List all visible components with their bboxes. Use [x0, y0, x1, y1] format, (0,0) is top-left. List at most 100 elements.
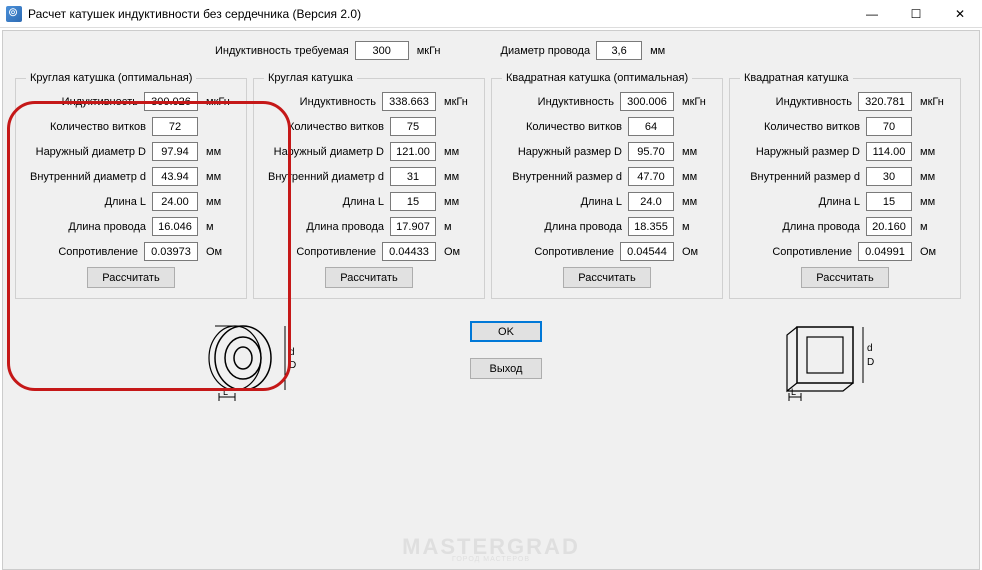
unit-label: мкГн: [920, 96, 950, 108]
inner-output[interactable]: [390, 167, 436, 186]
wire-label: Длина провода: [264, 221, 384, 233]
svg-text:L: L: [223, 387, 228, 397]
unit-label: м: [920, 221, 950, 233]
inner-label: Внутренний размер d: [502, 171, 622, 183]
round-coil-diagram: d D L: [205, 313, 305, 403]
inner-label: Внутренний диаметр d: [26, 171, 146, 183]
unit-label: мкГн: [682, 96, 712, 108]
resistance-label: Сопротивление: [502, 246, 614, 258]
wire-output[interactable]: [866, 217, 912, 236]
turns-label: Количество витков: [502, 121, 622, 133]
maximize-button[interactable]: ☐: [894, 0, 938, 27]
window-title: Расчет катушек индуктивности без сердечн…: [28, 7, 361, 21]
outer-label: Наружный размер D: [502, 146, 622, 158]
wire-output[interactable]: [152, 217, 198, 236]
inductance-label: Индуктивность: [26, 96, 138, 108]
wire-label: Длина провода: [26, 221, 146, 233]
unit-label: мм: [206, 196, 236, 208]
resistance-output[interactable]: [144, 242, 198, 261]
wire-label: Длина провода: [502, 221, 622, 233]
outer-output[interactable]: [866, 142, 912, 161]
close-button[interactable]: ✕: [938, 0, 982, 27]
length-output[interactable]: [390, 192, 436, 211]
unit-label: мм: [920, 171, 950, 183]
outer-output[interactable]: [390, 142, 436, 161]
unit-label: м: [444, 221, 474, 233]
resistance-output[interactable]: [858, 242, 912, 261]
top-inputs: Индуктивность требуемая мкГн Диаметр про…: [215, 41, 967, 60]
turns-label: Количество витков: [26, 121, 146, 133]
unit-label: Ом: [444, 246, 474, 258]
svg-text:D: D: [867, 357, 874, 368]
wire-label: Длина провода: [740, 221, 860, 233]
svg-text:d: d: [289, 347, 295, 358]
turns-output[interactable]: [390, 117, 436, 136]
unit-label: мм: [650, 45, 665, 57]
resistance-output[interactable]: [382, 242, 436, 261]
inductance-output[interactable]: [382, 92, 436, 111]
length-label: Длина L: [26, 196, 146, 208]
calculate-button[interactable]: Рассчитать: [801, 267, 888, 288]
inductance-output[interactable]: [858, 92, 912, 111]
ok-button[interactable]: OK: [470, 321, 542, 342]
svg-text:d: d: [867, 343, 873, 354]
required-inductance-input[interactable]: [355, 41, 409, 60]
required-inductance-label: Индуктивность требуемая: [215, 45, 349, 57]
resistance-label: Сопротивление: [264, 246, 376, 258]
length-label: Длина L: [502, 196, 622, 208]
unit-label: Ом: [682, 246, 712, 258]
turns-label: Количество витков: [264, 121, 384, 133]
coil-group: Круглая катушка ИндуктивностьмкГн Количе…: [253, 72, 485, 299]
unit-label: мм: [444, 146, 474, 158]
coil-group: Квадратная катушка ИндуктивностьмкГн Кол…: [729, 72, 961, 299]
wire-output[interactable]: [628, 217, 674, 236]
inner-output[interactable]: [152, 167, 198, 186]
svg-text:D: D: [289, 360, 296, 371]
unit-label: Ом: [920, 246, 950, 258]
unit-label: мм: [682, 171, 712, 183]
unit-label: Ом: [206, 246, 236, 258]
inductance-output[interactable]: [144, 92, 198, 111]
group-title: Квадратная катушка: [740, 72, 853, 84]
turns-output[interactable]: [866, 117, 912, 136]
inductance-label: Индуктивность: [502, 96, 614, 108]
group-title: Квадратная катушка (оптимальная): [502, 72, 692, 84]
group-title: Круглая катушка: [264, 72, 357, 84]
calculate-button[interactable]: Рассчитать: [325, 267, 412, 288]
resistance-output[interactable]: [620, 242, 674, 261]
length-output[interactable]: [866, 192, 912, 211]
outer-label: Наружный размер D: [740, 146, 860, 158]
wire-output[interactable]: [390, 217, 436, 236]
unit-label: мм: [206, 146, 236, 158]
wire-diameter-input[interactable]: [596, 41, 642, 60]
length-label: Длина L: [740, 196, 860, 208]
center-buttons: OK Выход: [470, 321, 542, 379]
length-output[interactable]: [628, 192, 674, 211]
outer-label: Наружный диаметр D: [264, 146, 384, 158]
inductance-label: Индуктивность: [264, 96, 376, 108]
turns-output[interactable]: [152, 117, 198, 136]
unit-label: мм: [920, 196, 950, 208]
outer-output[interactable]: [152, 142, 198, 161]
calculate-button[interactable]: Рассчитать: [87, 267, 174, 288]
titlebar: Расчет катушек индуктивности без сердечн…: [0, 0, 982, 28]
watermark: MASTERGRAD ГОРОД МАСТЕРОВ: [402, 537, 580, 563]
length-output[interactable]: [152, 192, 198, 211]
unit-label: м: [682, 221, 712, 233]
inner-output[interactable]: [628, 167, 674, 186]
unit-label: мкГн: [417, 45, 441, 57]
outer-output[interactable]: [628, 142, 674, 161]
inner-output[interactable]: [866, 167, 912, 186]
exit-button[interactable]: Выход: [470, 358, 542, 379]
resistance-label: Сопротивление: [740, 246, 852, 258]
unit-label: м: [206, 221, 236, 233]
length-label: Длина L: [264, 196, 384, 208]
inductance-output[interactable]: [620, 92, 674, 111]
unit-label: мм: [444, 171, 474, 183]
minimize-button[interactable]: —: [850, 0, 894, 27]
unit-label: мкГн: [206, 96, 236, 108]
wire-diameter-label: Диаметр провода: [501, 45, 591, 57]
turns-output[interactable]: [628, 117, 674, 136]
group-title: Круглая катушка (оптимальная): [26, 72, 196, 84]
calculate-button[interactable]: Рассчитать: [563, 267, 650, 288]
